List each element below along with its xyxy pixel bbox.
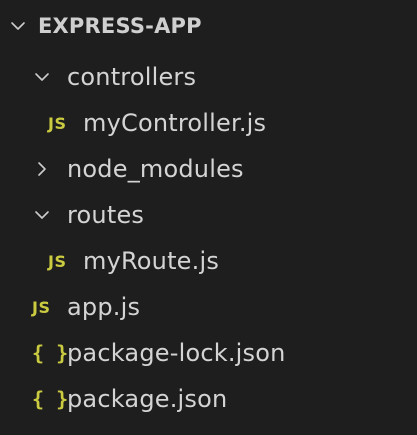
javascript-file-icon: JS	[32, 297, 51, 317]
chevron-right-icon	[32, 159, 52, 179]
tree-file-mycontroller-js[interactable]: JS myController.js	[0, 100, 417, 146]
javascript-file-icon: JS	[48, 251, 67, 271]
chevron-down-icon	[32, 67, 52, 87]
tree-item-label: routes	[67, 201, 145, 229]
tree-file-package-json[interactable]: { } package.json	[0, 376, 417, 422]
tree-folder-routes[interactable]: routes	[0, 192, 417, 238]
tree-file-app-js[interactable]: JS app.js	[0, 284, 417, 330]
explorer-root-label: EXPRESS-APP	[38, 14, 202, 38]
tree-file-package-lock-json[interactable]: { } package-lock.json	[0, 330, 417, 376]
tree-item-label: myRoute.js	[83, 247, 220, 275]
explorer-root-express-app[interactable]: EXPRESS-APP	[0, 8, 417, 44]
tree-item-label: myController.js	[83, 109, 267, 137]
json-file-icon: { }	[32, 341, 69, 365]
tree-item-label: node_modules	[67, 155, 244, 183]
tree-item-label: app.js	[67, 293, 141, 321]
tree-item-label: controllers	[67, 63, 197, 91]
tree-item-label: package-lock.json	[67, 339, 286, 367]
chevron-down-icon	[32, 205, 52, 225]
javascript-file-icon: JS	[48, 113, 67, 133]
json-file-icon: { }	[32, 387, 69, 411]
tree-item-label: package.json	[67, 385, 228, 413]
tree-folder-controllers[interactable]: controllers	[0, 54, 417, 100]
chevron-down-icon	[8, 16, 28, 36]
tree-file-myroute-js[interactable]: JS myRoute.js	[0, 238, 417, 284]
file-explorer: EXPRESS-APP controllers JS myController.…	[0, 0, 417, 435]
tree-folder-node-modules[interactable]: node_modules	[0, 146, 417, 192]
